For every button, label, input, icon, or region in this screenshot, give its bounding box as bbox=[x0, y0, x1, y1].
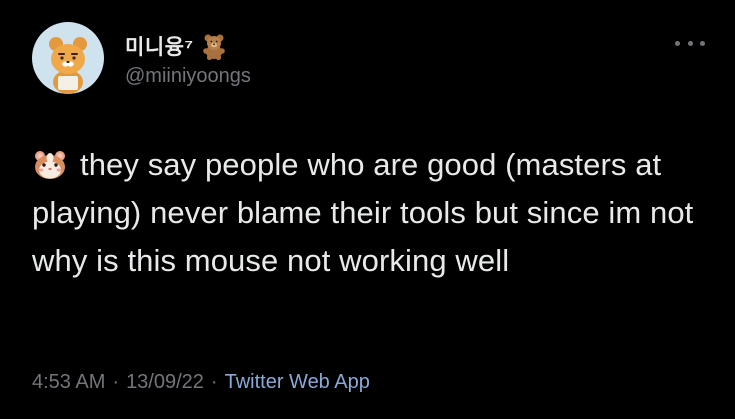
meta-separator: · bbox=[112, 371, 120, 393]
author-names: 미니융⁷ @miiniyoongs bbox=[125, 31, 251, 88]
teddy-bear-icon bbox=[202, 34, 225, 60]
tweet-time[interactable]: 4:53 AM bbox=[32, 371, 105, 394]
tweet-date[interactable]: 13/09/22 bbox=[126, 371, 204, 394]
hamster-icon bbox=[35, 151, 65, 179]
more-dot-icon bbox=[687, 40, 693, 46]
avatar[interactable] bbox=[32, 22, 104, 94]
display-name[interactable]: 미니융⁷ bbox=[125, 31, 194, 61]
tweet-meta: 4:53 AM · 13/09/22 · Twitter Web App bbox=[32, 371, 370, 394]
user-handle[interactable]: @miiniyoongs bbox=[125, 65, 251, 88]
tweet-header: 미니융⁷ @miiniyoongs bbox=[32, 22, 251, 94]
display-name-row: 미니융⁷ bbox=[125, 31, 251, 61]
more-dot-icon bbox=[675, 40, 680, 46]
tweet-body: they say people who are good (masters at… bbox=[32, 147, 694, 278]
tweet-card: 미니융⁷ @miiniyoongs they say people who ar… bbox=[0, 0, 735, 419]
source-link[interactable]: Twitter Web App bbox=[225, 371, 370, 394]
more-options-button[interactable] bbox=[675, 36, 705, 50]
meta-separator: · bbox=[210, 371, 218, 393]
more-dot-icon bbox=[700, 40, 705, 46]
ryan-bear-icon bbox=[49, 37, 87, 94]
tweet-text: they say people who are good (masters at… bbox=[32, 141, 712, 285]
